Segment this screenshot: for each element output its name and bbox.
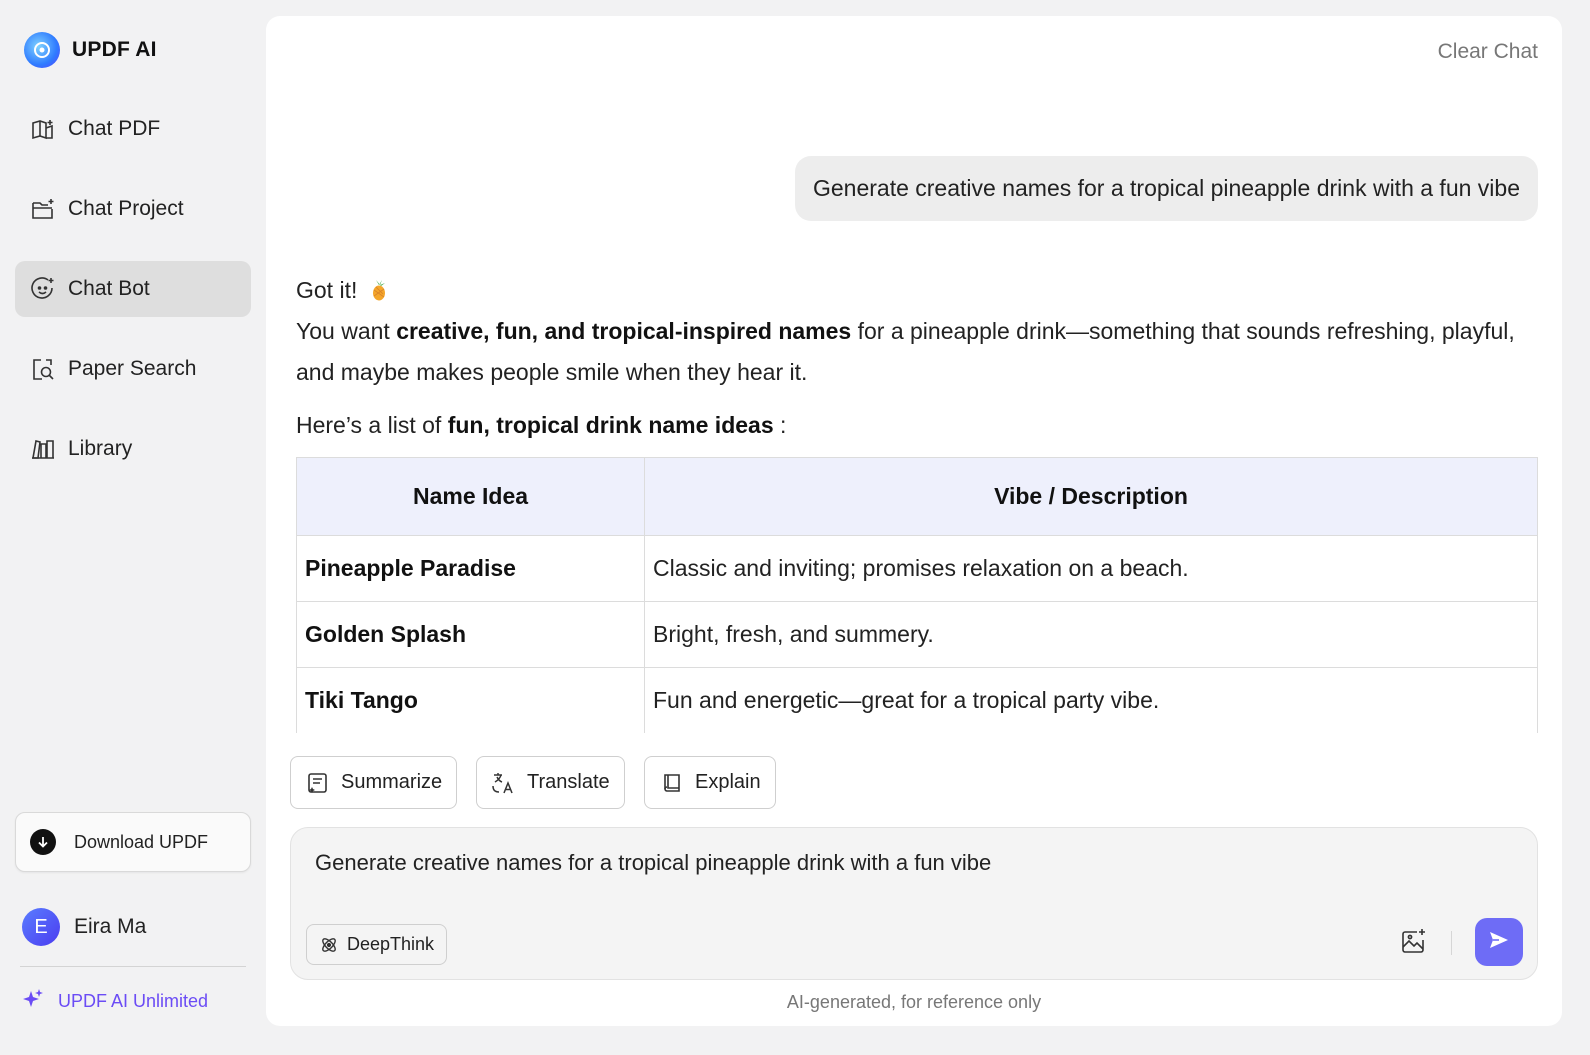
summarize-label: Summarize	[341, 771, 443, 793]
answer-bold-text: fun, tropical drink name ideas	[447, 412, 774, 438]
name-ideas-table: Name Idea Vibe / Description Pineapple P…	[296, 457, 1538, 733]
sidebar-item-paper-search[interactable]: Paper Search	[15, 341, 251, 397]
answer-text: You want	[296, 318, 397, 344]
explain-label: Explain	[695, 771, 761, 793]
table-row: Pineapple Paradise Classic and inviting;…	[296, 535, 1538, 602]
column-header: Name Idea	[296, 457, 645, 536]
updf-ai-logo-icon	[24, 32, 60, 68]
answer-text: :	[773, 412, 787, 438]
user-name: Eira Ma	[74, 915, 147, 938]
send-button[interactable]	[1475, 918, 1523, 966]
book-sparkle-icon	[30, 116, 56, 142]
divider	[1451, 931, 1452, 955]
folder-sparkle-icon	[30, 196, 56, 222]
sidebar-item-chat-bot[interactable]: Chat Bot	[15, 261, 251, 317]
sidebar-item-label: Chat Project	[68, 197, 184, 220]
table-row: Tiki Tango Fun and energetic—great for a…	[296, 667, 1538, 733]
download-updf-button[interactable]: Download UPDF	[15, 812, 251, 872]
atom-icon	[319, 935, 339, 955]
clear-chat-button[interactable]: Clear Chat	[1438, 40, 1538, 64]
answer-bold-text: creative, fun, and tropical-inspired nam…	[396, 318, 852, 344]
answer-greeting: Got it!	[296, 277, 358, 303]
user-profile[interactable]: E Eira Ma	[22, 908, 146, 946]
answer-paragraph-2: Here’s a list of fun, tropical drink nam…	[296, 405, 1538, 446]
sidebar-item-label: Chat Bot	[68, 277, 150, 300]
brand-name: UPDF AI	[72, 38, 157, 61]
table-cell: Classic and inviting; promises relaxatio…	[644, 535, 1538, 602]
paper-search-icon	[30, 356, 56, 382]
sidebar-item-label: Paper Search	[68, 357, 197, 380]
sidebar: UPDF AI Chat PDF Chat Project Chat Bot P…	[0, 0, 266, 1055]
table-row: Golden Splash Bright, fresh, and summery…	[296, 601, 1538, 668]
translate-icon	[491, 770, 517, 796]
updf-ai-unlimited-link[interactable]: UPDF AI Unlimited	[22, 988, 208, 1015]
chat-input[interactable]: Generate creative names for a tropical p…	[315, 850, 991, 876]
library-icon	[30, 436, 56, 462]
answer-paragraph-1: You want creative, fun, and tropical-ins…	[296, 311, 1538, 393]
sidebar-item-label: Library	[68, 437, 133, 460]
summarize-icon	[305, 770, 331, 796]
ai-answer: Got it! You want creative, fun, and trop…	[296, 270, 1538, 446]
divider	[20, 966, 246, 967]
translate-button[interactable]: Translate	[476, 756, 625, 809]
deepthink-toggle[interactable]: DeepThink	[306, 924, 448, 965]
disclaimer: AI-generated, for reference only	[786, 992, 1042, 1012]
explain-button[interactable]: Explain	[644, 756, 776, 809]
chat-panel: Clear Chat Generate creative names for a…	[266, 16, 1562, 1026]
avatar: E	[22, 908, 60, 946]
answer-greeting-line: Got it!	[296, 270, 1538, 311]
table-cell: Bright, fresh, and summery.	[644, 601, 1538, 668]
table-cell: Golden Splash	[296, 601, 645, 668]
summarize-button[interactable]: Summarize	[290, 756, 458, 809]
brand[interactable]: UPDF AI	[24, 32, 157, 68]
book-icon	[659, 770, 685, 796]
pineapple-icon	[370, 273, 388, 301]
translate-label: Translate	[527, 771, 610, 793]
name-ideas-table-scroll[interactable]: Name Idea Vibe / Description Pineapple P…	[296, 457, 1538, 733]
unlimited-label: UPDF AI Unlimited	[58, 991, 209, 1011]
table-cell: Fun and energetic—great for a tropical p…	[644, 667, 1538, 733]
sparkle-icon	[22, 988, 44, 1015]
table-header-row: Name Idea Vibe / Description	[296, 457, 1538, 536]
chat-input-box[interactable]: Generate creative names for a tropical p…	[290, 827, 1538, 980]
download-icon	[30, 829, 56, 855]
sidebar-item-chat-pdf[interactable]: Chat PDF	[15, 101, 251, 157]
sidebar-item-label: Chat PDF	[68, 117, 161, 140]
sidebar-item-library[interactable]: Library	[15, 421, 251, 477]
image-upload-icon[interactable]	[1399, 926, 1429, 956]
table-cell: Pineapple Paradise	[296, 535, 645, 602]
user-message-bubble: Generate creative names for a tropical p…	[794, 156, 1538, 221]
table-cell: Tiki Tango	[296, 667, 645, 733]
answer-text: Here’s a list of	[296, 412, 448, 438]
download-label: Download UPDF	[74, 831, 209, 852]
send-icon	[1487, 928, 1511, 957]
deepthink-label: DeepThink	[347, 934, 435, 954]
column-header: Vibe / Description	[644, 457, 1538, 536]
sidebar-item-chat-project[interactable]: Chat Project	[15, 181, 251, 237]
bot-face-icon	[30, 276, 56, 302]
